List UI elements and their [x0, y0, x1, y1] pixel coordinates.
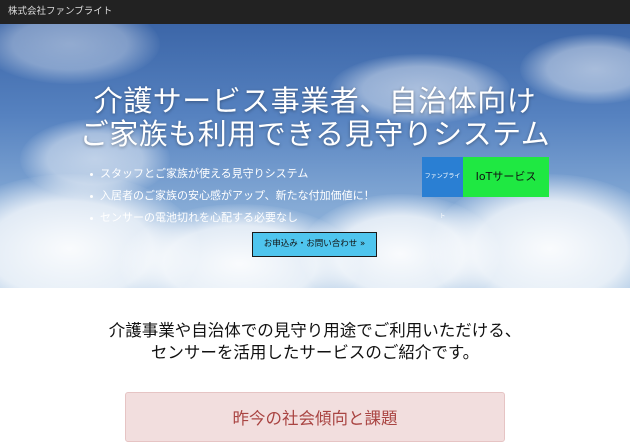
section-heading-box: 昨今の社会傾向と課題	[125, 392, 505, 442]
top-navbar: 株式会社ファンブライト	[0, 0, 630, 24]
badge-company-label: ファンブライト	[422, 157, 463, 220]
hero-title: 介護サービス事業者、自治体向け ご家族も利用できる見守りシステム	[0, 85, 630, 151]
hero-title-line-1: 介護サービス事業者、自治体向け	[93, 84, 537, 118]
section-title: 昨今の社会傾向と課題	[232, 409, 398, 428]
hero-title-line-2: ご家族も利用できる見守りシステム	[79, 117, 551, 151]
cloud-decoration	[0, 24, 160, 84]
intro-line-1: 介護事業や自治体での見守り用途でご利用いただける、	[108, 321, 522, 340]
iot-service-badge: ファンブライト IoTサービス	[422, 157, 549, 220]
feature-list: スタッフとご家族が使える見守りシステム 入居者のご家族の安心感がアップ、新たな付…	[90, 163, 375, 229]
feature-item: 入居者のご家族の安心感がアップ、新たな付加価値に！	[90, 185, 375, 207]
feature-item: スタッフとご家族が使える見守りシステム	[90, 163, 375, 185]
feature-item: センサーの電池切れを心配する必要なし	[90, 207, 375, 229]
badge-service-label: IoTサービス	[463, 157, 549, 197]
intro-line-2: センサーを活用したサービスのご紹介です。	[150, 343, 480, 362]
site-brand-link[interactable]: 株式会社ファンブライト	[8, 0, 112, 24]
intro-text: 介護事業や自治体での見守り用途でご利用いただける、 センサーを活用したサービスの…	[0, 320, 630, 364]
hero-banner: 介護サービス事業者、自治体向け ご家族も利用できる見守りシステム スタッフとご家…	[0, 24, 630, 288]
contact-button[interactable]: お申込み・お問い合わせ »	[252, 232, 377, 257]
